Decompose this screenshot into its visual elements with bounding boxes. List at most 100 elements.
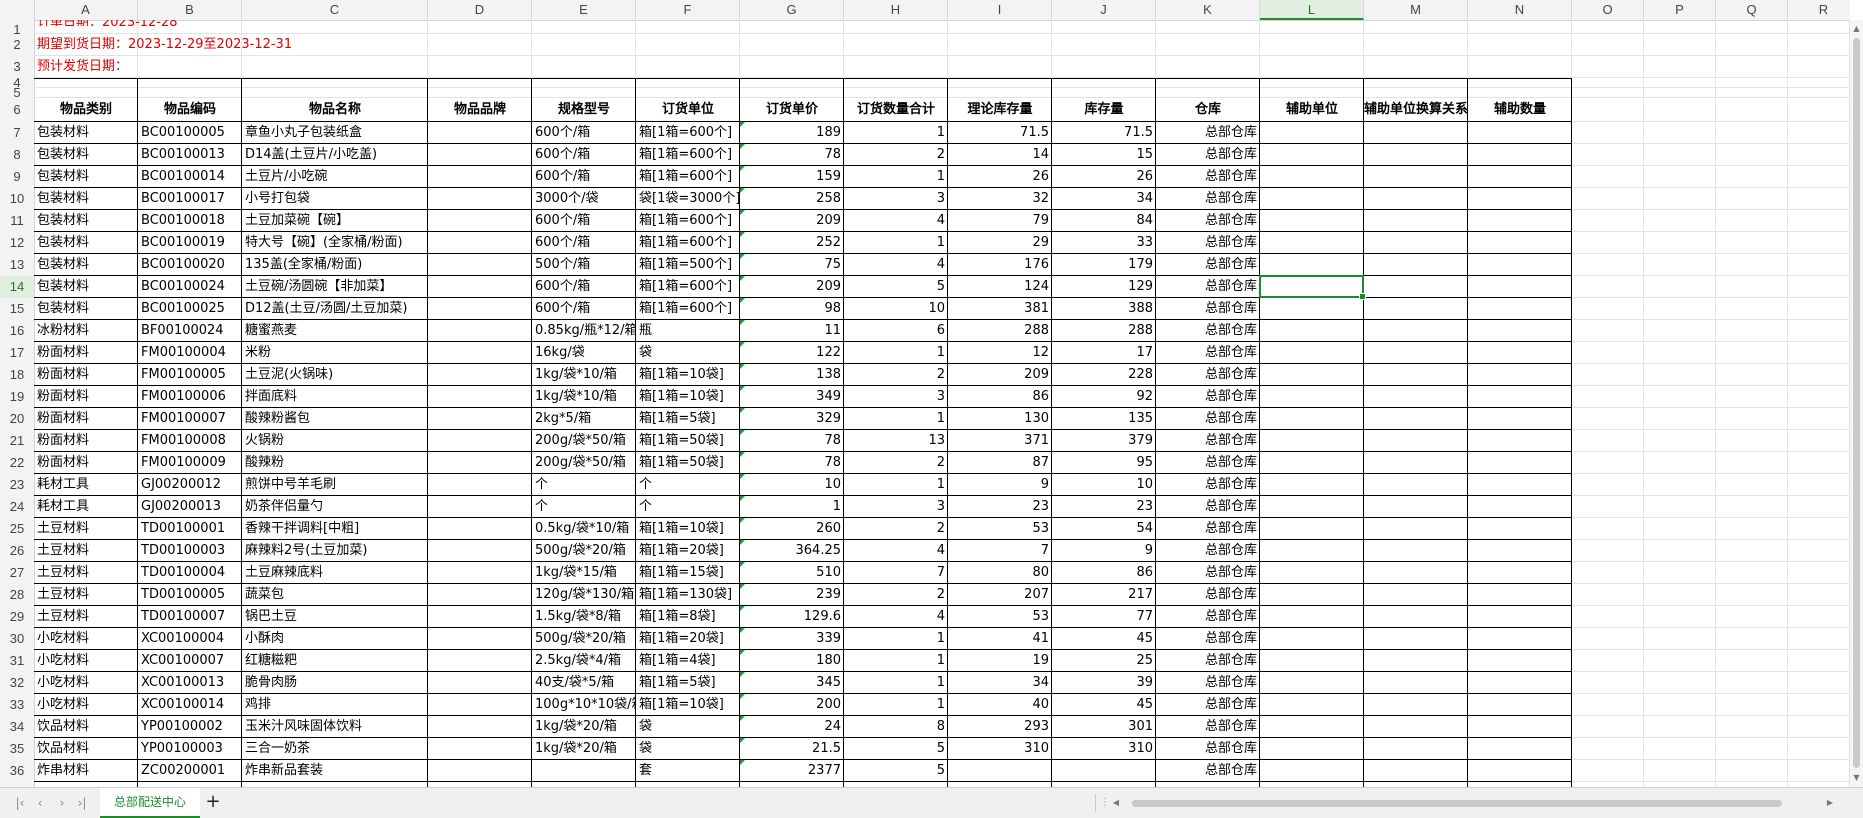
cell-b32[interactable]: XC00100013 [138, 672, 242, 694]
cell-f27[interactable]: 箱[1箱=15袋] [636, 562, 740, 584]
cell-f9[interactable]: 箱[1箱=600个] [636, 166, 740, 188]
cell-k13[interactable]: 总部仓库 [1156, 254, 1260, 276]
cell-i19[interactable]: 86 [948, 386, 1052, 408]
cell-d15[interactable] [428, 298, 532, 320]
cell-b30[interactable]: XC00100004 [138, 628, 242, 650]
column-header-m[interactable]: M [1364, 0, 1468, 20]
cell-i21[interactable]: 371 [948, 430, 1052, 452]
cell-d26[interactable] [428, 540, 532, 562]
cell-b10[interactable]: BC00100017 [138, 188, 242, 210]
fill-handle[interactable] [1359, 293, 1366, 300]
cell-e9[interactable]: 600个/箱 [532, 166, 636, 188]
cell-f22[interactable]: 箱[1箱=50袋] [636, 452, 740, 474]
cell-a17[interactable]: 粉面材料 [34, 342, 138, 364]
cell-a7[interactable]: 包装材料 [34, 122, 138, 144]
cell-h14[interactable]: 5 [844, 276, 948, 298]
cell-b17[interactable]: FM00100004 [138, 342, 242, 364]
cell-i28[interactable]: 207 [948, 584, 1052, 606]
cell-a24[interactable]: 耗材工具 [34, 496, 138, 518]
cell-h26[interactable]: 4 [844, 540, 948, 562]
cell-k33[interactable]: 总部仓库 [1156, 694, 1260, 716]
column-header-a[interactable]: A [34, 0, 138, 20]
cell-h30[interactable]: 1 [844, 628, 948, 650]
cell-g29[interactable]: 129.6 [740, 606, 844, 628]
sheet-tab[interactable]: 总部配送中心 [100, 788, 200, 818]
cell-d17[interactable] [428, 342, 532, 364]
row-header-22[interactable]: 22 [0, 452, 34, 474]
next-sheet-icon[interactable]: › [54, 794, 70, 812]
cell-d28[interactable] [428, 584, 532, 606]
cell-f11[interactable]: 箱[1箱=600个] [636, 210, 740, 232]
cell-k20[interactable]: 总部仓库 [1156, 408, 1260, 430]
column-header-j[interactable]: J [1052, 0, 1156, 20]
horizontal-scrollbar[interactable]: ◀ ▶ [1110, 796, 1836, 810]
cell-a22[interactable]: 粉面材料 [34, 452, 138, 474]
column-header-e[interactable]: E [532, 0, 636, 20]
cell-e8[interactable]: 600个/箱 [532, 144, 636, 166]
cell-k15[interactable]: 总部仓库 [1156, 298, 1260, 320]
cell-g9[interactable]: 159 [740, 166, 844, 188]
cell-i26[interactable]: 7 [948, 540, 1052, 562]
cell-e22[interactable]: 200g/袋*50/箱 [532, 452, 636, 474]
cell-c27[interactable]: 土豆麻辣底料 [242, 562, 428, 584]
cell-d30[interactable] [428, 628, 532, 650]
cell-h35[interactable]: 5 [844, 738, 948, 760]
cell-b15[interactable]: BC00100025 [138, 298, 242, 320]
cell-d31[interactable] [428, 650, 532, 672]
cell-b20[interactable]: FM00100007 [138, 408, 242, 430]
cell-k24[interactable]: 总部仓库 [1156, 496, 1260, 518]
cell-k18[interactable]: 总部仓库 [1156, 364, 1260, 386]
cell-d24[interactable] [428, 496, 532, 518]
cell-f23[interactable]: 个 [636, 474, 740, 496]
cell-f35[interactable]: 袋 [636, 738, 740, 760]
cell-h32[interactable]: 1 [844, 672, 948, 694]
cell-a32[interactable]: 小吃材料 [34, 672, 138, 694]
cell-f20[interactable]: 箱[1箱=5袋] [636, 408, 740, 430]
cell-k14[interactable]: 总部仓库 [1156, 276, 1260, 298]
column-header-n[interactable]: N [1468, 0, 1572, 20]
cell-c32[interactable]: 脆骨肉肠 [242, 672, 428, 694]
cell-i36[interactable] [948, 760, 1052, 782]
column-header-l[interactable]: L [1260, 0, 1364, 20]
cell-i33[interactable]: 40 [948, 694, 1052, 716]
cell-d14[interactable] [428, 276, 532, 298]
cell-i24[interactable]: 23 [948, 496, 1052, 518]
selected-cell-l14[interactable] [1259, 275, 1366, 300]
cell-g17[interactable]: 122 [740, 342, 844, 364]
cell-f29[interactable]: 箱[1箱=8袋] [636, 606, 740, 628]
cell-b29[interactable]: TD00100007 [138, 606, 242, 628]
cell-j23[interactable]: 10 [1052, 474, 1156, 496]
cell-f26[interactable]: 箱[1箱=20袋] [636, 540, 740, 562]
cell-a8[interactable]: 包装材料 [34, 144, 138, 166]
cell-c23[interactable]: 煎饼中号羊毛刷 [242, 474, 428, 496]
cell-d29[interactable] [428, 606, 532, 628]
cell-a16[interactable]: 冰粉材料 [34, 320, 138, 342]
cell-c35[interactable]: 三合一奶茶 [242, 738, 428, 760]
cell-c18[interactable]: 土豆泥(火锅味) [242, 364, 428, 386]
cell-h25[interactable]: 2 [844, 518, 948, 540]
cell-e30[interactable]: 500g/袋*20/箱 [532, 628, 636, 650]
row-header-26[interactable]: 26 [0, 540, 34, 562]
cell-g34[interactable]: 24 [740, 716, 844, 738]
cell-i20[interactable]: 130 [948, 408, 1052, 430]
cell-f12[interactable]: 箱[1箱=600个] [636, 232, 740, 254]
cell-j36[interactable] [1052, 760, 1156, 782]
cell-e16[interactable]: 0.85kg/瓶*12/箱 [532, 320, 636, 342]
cell-j22[interactable]: 95 [1052, 452, 1156, 474]
cell-j12[interactable]: 33 [1052, 232, 1156, 254]
cell-h15[interactable]: 10 [844, 298, 948, 320]
cell-h21[interactable]: 13 [844, 430, 948, 452]
cell-d9[interactable] [428, 166, 532, 188]
cell-h28[interactable]: 2 [844, 584, 948, 606]
row-header-7[interactable]: 7 [0, 122, 34, 144]
cell-i10[interactable]: 32 [948, 188, 1052, 210]
cell-g16[interactable]: 11 [740, 320, 844, 342]
cell-j27[interactable]: 86 [1052, 562, 1156, 584]
cell-d19[interactable] [428, 386, 532, 408]
cell-c10[interactable]: 小号打包袋 [242, 188, 428, 210]
row-header-5[interactable]: 5 [0, 86, 34, 99]
row-header-15[interactable]: 15 [0, 298, 34, 320]
row-header-13[interactable]: 13 [0, 254, 34, 276]
cell-g35[interactable]: 21.5 [740, 738, 844, 760]
cell-j25[interactable]: 54 [1052, 518, 1156, 540]
